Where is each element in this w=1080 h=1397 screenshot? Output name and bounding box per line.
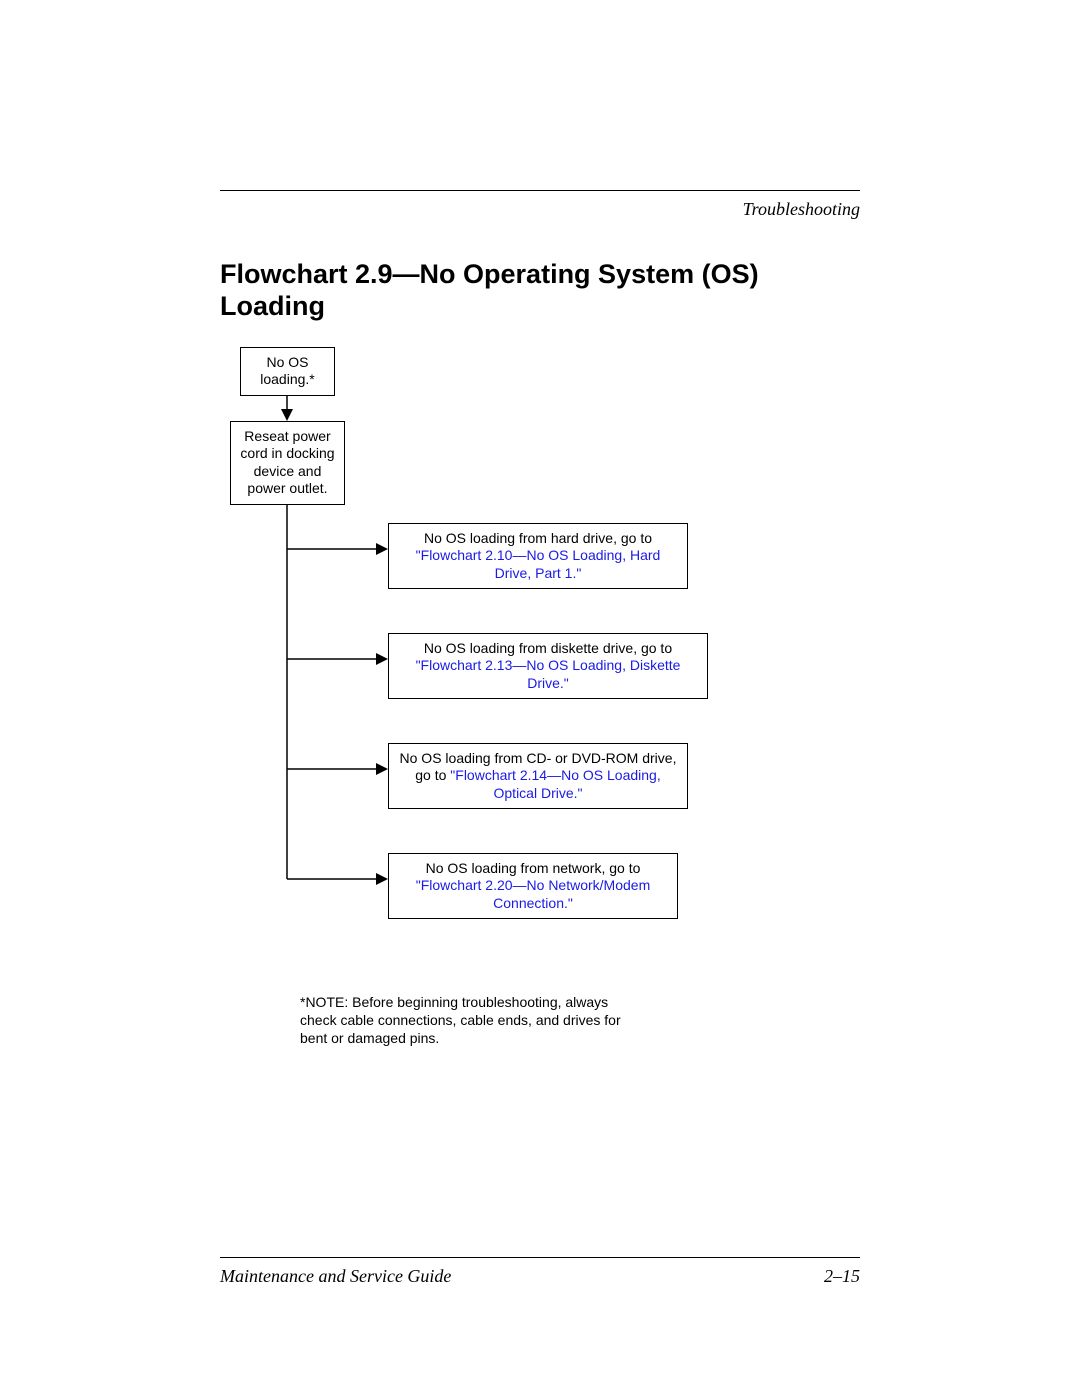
node-start-text: No OS loading.* [260, 354, 315, 388]
node-reseat: Reseat power cord in docking device and … [230, 421, 345, 505]
link-flowchart-2-14[interactable]: "Flowchart 2.14—No OS Loading, Optical D… [450, 767, 660, 801]
page-footer: Maintenance and Service Guide 2–15 [220, 1257, 860, 1287]
footer-rule [220, 1257, 860, 1258]
node-diskette-text: No OS loading from diskette drive, go to [424, 640, 672, 656]
header-rule [220, 190, 860, 191]
link-flowchart-2-20[interactable]: "Flowchart 2.20—No Network/Modem Connect… [416, 877, 651, 911]
node-optical: No OS loading from CD- or DVD-ROM drive,… [388, 743, 688, 810]
node-network-text: No OS loading from network, go to [426, 860, 641, 876]
document-page: Troubleshooting Flowchart 2.9—No Operati… [0, 0, 1080, 1397]
node-hard-drive-text: No OS loading from hard drive, go to [424, 530, 652, 546]
flowchart-area: No OS loading.* Reseat power cord in doc… [220, 347, 860, 987]
node-network: No OS loading from network, go to "Flowc… [388, 853, 678, 920]
footer-guide-title: Maintenance and Service Guide [220, 1266, 451, 1287]
node-start: No OS loading.* [240, 347, 335, 396]
node-diskette: No OS loading from diskette drive, go to… [388, 633, 708, 700]
page-title: Flowchart 2.9—No Operating System (OS) L… [220, 258, 860, 323]
footnote: *NOTE: Before beginning troubleshooting,… [300, 993, 640, 1048]
header-section-label: Troubleshooting [220, 199, 860, 220]
link-flowchart-2-13[interactable]: "Flowchart 2.13—No OS Loading, Diskette … [416, 657, 681, 691]
node-hard-drive: No OS loading from hard drive, go to "Fl… [388, 523, 688, 590]
footer-page-number: 2–15 [824, 1266, 860, 1287]
node-reseat-text: Reseat power cord in docking device and … [240, 428, 334, 497]
link-flowchart-2-10[interactable]: "Flowchart 2.10—No OS Loading, Hard Driv… [416, 547, 661, 581]
